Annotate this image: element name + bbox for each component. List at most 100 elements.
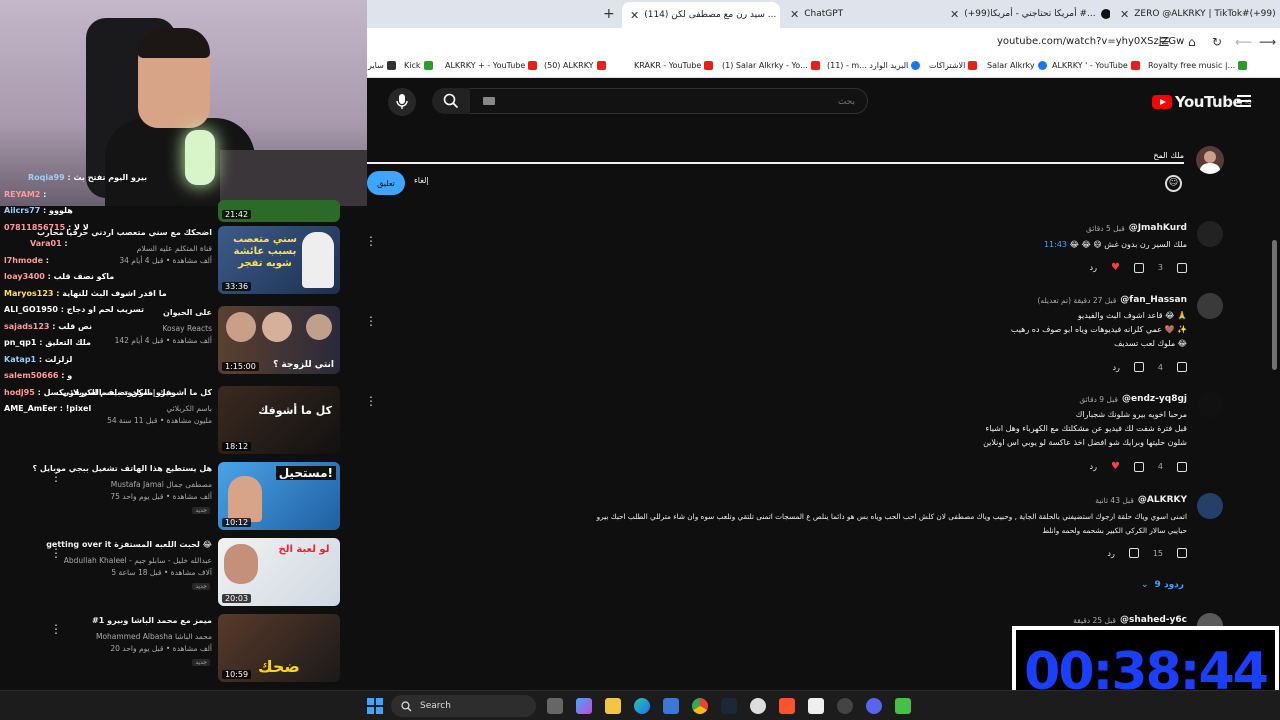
avatar[interactable] xyxy=(1197,493,1223,519)
voice-search-button[interactable] xyxy=(388,88,416,116)
video-title[interactable]: getting over it لحبت اللعبه المستفزة 😂 xyxy=(46,540,212,549)
tab-america[interactable]: ✕ (+99)أمريكا تحتاجني - أمريكا #... xyxy=(942,0,1110,28)
bookmark-alkrky-50[interactable]: (50) ALKRKY xyxy=(544,61,606,70)
bookmark-subscriptions[interactable]: الاشتراكات xyxy=(929,61,978,70)
video-item[interactable]: مستحيل! 10:12 هل يستطيع هذا الهاتف تشغيل… xyxy=(0,462,367,534)
dislike-icon[interactable] xyxy=(1128,548,1139,558)
menu-icon[interactable] xyxy=(1237,95,1251,107)
brave-icon[interactable] xyxy=(779,698,795,714)
bookmark-inbox[interactable]: (11) - m... البريد الوارد xyxy=(827,61,921,70)
reply-button[interactable]: رد xyxy=(1107,549,1114,558)
close-icon[interactable]: ✕ xyxy=(950,8,959,21)
chrome-icon[interactable] xyxy=(692,698,708,714)
like-icon[interactable] xyxy=(1177,548,1187,558)
comment-input[interactable] xyxy=(367,148,1184,164)
video-item[interactable]: لو لعبة الخ 20:03 getting over it لحبت ا… xyxy=(0,538,367,610)
copilot-icon[interactable] xyxy=(576,698,592,714)
more-options-icon[interactable]: ⋮ xyxy=(365,394,377,408)
steam-icon[interactable] xyxy=(721,698,737,714)
bookmark-royalty[interactable]: Royalty free music |... xyxy=(1148,61,1248,70)
bookmark-alkrky-youtube[interactable]: ALKRKY ' - YouTube xyxy=(1052,61,1140,70)
video-thumbnail[interactable]: انتي للزوجة ؟ 1:15:00 xyxy=(218,306,340,374)
bookmark-salar-yo[interactable]: (1) Salar Alkrky - Yo... xyxy=(722,61,820,70)
more-options-icon[interactable]: ⋮ xyxy=(365,314,377,328)
close-icon[interactable]: ✕ xyxy=(790,8,799,21)
url-field[interactable]: youtube.com/watch?v=yhy0XSzjZGw xyxy=(997,36,1184,47)
close-icon[interactable]: ✕ xyxy=(630,9,639,22)
windows-start-icon[interactable] xyxy=(367,698,383,714)
avatar[interactable] xyxy=(1197,221,1223,247)
tab-chatgpt[interactable]: ✕ ChatGPT xyxy=(782,0,940,28)
more-options-icon[interactable]: ⋮ xyxy=(50,622,62,636)
more-options-icon[interactable]: ⋮ xyxy=(365,234,377,248)
timestamp-link[interactable]: 11:43 xyxy=(1044,240,1067,249)
reload-icon[interactable]: ↻ xyxy=(1212,35,1222,49)
bookmark-alkrky-plus[interactable]: ALKRKY + - YouTube xyxy=(445,61,538,70)
comment-author[interactable]: @endz-yq8gj xyxy=(1122,394,1187,404)
like-icon[interactable] xyxy=(1177,461,1187,472)
bookmark-extra[interactable]: ساير xyxy=(368,61,396,70)
video-meta: 5 آلاف مشاهدة • قبل 18 ساعة xyxy=(111,568,212,577)
video-channel[interactable]: Abdullah Khaleel - عبدالله خليل - سابلو … xyxy=(64,556,212,565)
page-scrollbar[interactable] xyxy=(1272,240,1277,370)
keyboard-icon[interactable] xyxy=(483,97,495,105)
video-channel[interactable]: Mohammed Albasha محمد الباشا xyxy=(96,632,212,641)
task-view-icon[interactable] xyxy=(547,698,563,714)
comment-time[interactable]: قبل 25 دقيقة xyxy=(1073,616,1116,625)
back-icon[interactable]: ⟶ xyxy=(1259,35,1276,49)
store-icon[interactable] xyxy=(663,698,679,714)
forward-icon[interactable]: ⟵ xyxy=(1235,35,1252,49)
reply-button[interactable]: رد xyxy=(1090,263,1097,272)
comment-time[interactable]: قبل 9 دقائق xyxy=(1079,395,1118,404)
app-icon[interactable] xyxy=(837,698,853,714)
emoji-icon[interactable]: ☺ xyxy=(1165,175,1182,192)
avatar[interactable] xyxy=(1197,392,1223,418)
video-title[interactable]: #1 ميمز مع محمد الباشا وبيرو xyxy=(92,616,212,625)
minecraft-icon[interactable] xyxy=(895,698,911,714)
bookmark-krakr[interactable]: KRAKR - YouTube xyxy=(634,61,714,70)
like-icon[interactable] xyxy=(1177,262,1187,273)
tab-tiktok[interactable]: ✕ ZERO @ALKRKY | TikTok#(+99) xyxy=(1112,0,1280,28)
reply-button[interactable]: رد xyxy=(1112,363,1119,372)
file-explorer-icon[interactable] xyxy=(605,698,621,714)
bookmark-salar[interactable]: Salar Alkrky xyxy=(987,61,1047,70)
tab-youtube-active[interactable]: ✕ (114) سيد رن مع مصطفى لكن ... xyxy=(622,2,780,28)
comment-author[interactable]: @JmahKurd xyxy=(1129,223,1187,233)
video-thumbnail[interactable]: مستحيل! 10:12 xyxy=(218,462,340,530)
search-button[interactable] xyxy=(432,88,470,114)
video-thumbnail[interactable]: 21:42 xyxy=(218,200,340,222)
search-input[interactable] xyxy=(469,90,867,114)
dislike-icon[interactable] xyxy=(1133,262,1144,273)
comment-author[interactable]: @fan_Hassan xyxy=(1120,295,1187,305)
bookmark-kick[interactable]: Kick xyxy=(404,61,433,70)
edge-icon[interactable] xyxy=(634,698,650,714)
video-channel[interactable]: Mustafa Jamal مصطفى جمال xyxy=(111,480,212,489)
new-tab-icon[interactable]: + xyxy=(603,6,615,22)
comment-time[interactable]: قبل 5 دقائق xyxy=(1086,224,1125,233)
avatar[interactable] xyxy=(1197,293,1223,319)
close-icon[interactable]: ✕ xyxy=(1120,8,1129,21)
like-icon[interactable] xyxy=(1177,362,1187,372)
capcut-icon[interactable] xyxy=(808,698,824,714)
video-thumbnail[interactable]: لو لعبة الخ 20:03 xyxy=(218,538,340,606)
comment-time[interactable]: قبل 43 ثانية xyxy=(1095,496,1134,505)
more-options-icon[interactable]: ⋮ xyxy=(50,546,62,560)
video-item[interactable]: ضحك 10:59 #1 ميمز مع محمد الباشا وبيرو M… xyxy=(0,614,367,686)
discord-icon[interactable] xyxy=(866,698,882,714)
comment-time[interactable]: قبل 27 دقيقة (تم تعديله) xyxy=(1038,296,1117,305)
comment-author[interactable]: @ALKRKY xyxy=(1138,495,1187,505)
home-icon[interactable]: ⌂ xyxy=(1188,35,1196,49)
comment-submit-button[interactable]: تعليق xyxy=(367,171,405,195)
more-options-icon[interactable]: ⋮ xyxy=(50,470,62,484)
dislike-icon[interactable] xyxy=(1133,461,1144,472)
view-replies-button[interactable]: ⌄ 9 ردود xyxy=(1141,580,1184,590)
video-thumbnail[interactable]: سني متعصب بسبب عائشة شويه تفجر 33:36 xyxy=(218,226,340,294)
comment-author[interactable]: @shahed-y6c xyxy=(1120,615,1187,625)
taskbar-search[interactable]: Search xyxy=(391,695,536,717)
video-thumbnail[interactable]: كل ما أشوفك 18:12 xyxy=(218,386,340,454)
video-thumbnail[interactable]: ضحك 10:59 xyxy=(218,614,340,682)
dislike-icon[interactable] xyxy=(1133,362,1144,372)
reply-button[interactable]: رد xyxy=(1090,462,1097,471)
obs-icon[interactable] xyxy=(750,698,766,714)
comment-cancel-button[interactable]: إلغاء xyxy=(414,176,429,185)
